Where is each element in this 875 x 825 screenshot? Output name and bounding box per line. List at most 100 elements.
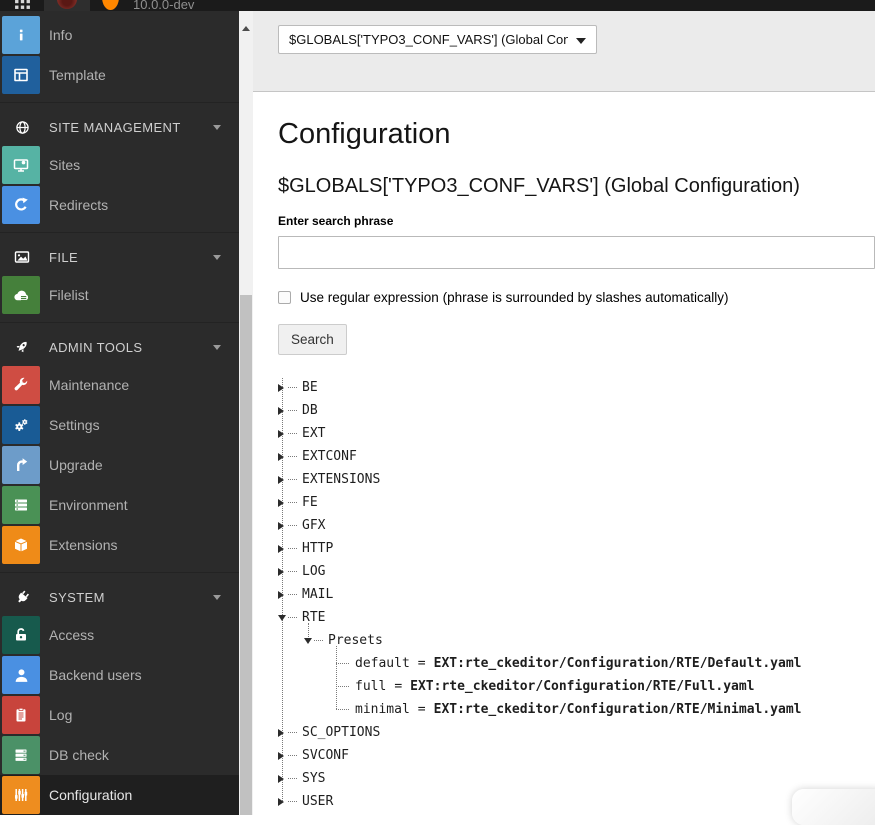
caret-collapsed-icon[interactable] (278, 430, 288, 438)
tree-node-label[interactable]: RTE (302, 610, 325, 625)
caret-collapsed-icon[interactable] (278, 798, 288, 806)
caret-collapsed-icon[interactable] (278, 568, 288, 576)
tree-leaf-minimal: minimal=EXT:rte_ckeditor/Configuration/R… (278, 698, 875, 721)
sidebar-section-site-management[interactable]: SITE MANAGEMENT (0, 109, 239, 145)
caret-collapsed-icon[interactable] (278, 476, 288, 484)
caret-expanded-icon[interactable] (304, 638, 314, 644)
equals-sign: = (418, 702, 426, 717)
tree-node-label[interactable]: GFX (302, 518, 325, 533)
caret-collapsed-icon[interactable] (278, 545, 288, 553)
topbar-active-module[interactable] (44, 0, 90, 11)
tree-node-label[interactable]: BE (302, 380, 318, 395)
caret-collapsed-icon[interactable] (278, 729, 288, 737)
tree-connector (336, 709, 349, 710)
caret-collapsed-icon[interactable] (278, 591, 288, 599)
caret-collapsed-icon[interactable] (278, 407, 288, 415)
sidebar-item-label: Backend users (49, 667, 142, 683)
sidebar-item-label: Configuration (49, 787, 132, 803)
tree-connector (288, 479, 297, 480)
sidebar-section-label: SITE MANAGEMENT (49, 120, 181, 135)
chevron-down-icon (213, 345, 221, 350)
scrollbar-thumb[interactable] (240, 295, 252, 815)
caret-collapsed-icon[interactable] (278, 384, 288, 392)
caret-expanded-icon[interactable] (278, 615, 288, 621)
configuration-selector-value: $GLOBALS['TYPO3_CONF_VARS'] (Global Conf… (289, 32, 568, 47)
modules-grid-icon[interactable] (14, 0, 31, 10)
search-input[interactable] (278, 236, 875, 269)
chevron-down-icon (576, 38, 586, 44)
tree-node-http: HTTP (278, 537, 875, 560)
tree-connector (288, 456, 297, 457)
sidebar-item-label: Info (49, 27, 72, 43)
regex-checkbox[interactable] (278, 291, 291, 304)
caret-collapsed-icon[interactable] (278, 752, 288, 760)
page-subtitle: $GLOBALS['TYPO3_CONF_VARS'] (Global Conf… (278, 175, 875, 198)
tree-node-label[interactable]: DB (302, 403, 318, 418)
server-icon (2, 486, 40, 524)
tree-node-label[interactable]: Presets (328, 633, 383, 648)
sidebar-item-label: Settings (49, 417, 100, 433)
sidebar-item-settings[interactable]: Settings (0, 405, 239, 445)
sidebar-item-filelist[interactable]: Filelist (0, 275, 239, 315)
tree-node-db: DB (278, 399, 875, 422)
info-icon (2, 16, 40, 54)
tree-node-label[interactable]: MAIL (302, 587, 333, 602)
sidebar-item-label: Sites (49, 157, 80, 173)
sidebar-item-sites[interactable]: Sites (0, 145, 239, 185)
tree-connector (288, 755, 297, 756)
sidebar-section-file[interactable]: FILE (0, 239, 239, 275)
typo3-logo-icon (57, 0, 77, 9)
sidebar-item-environment[interactable]: Environment (0, 485, 239, 525)
db-icon (2, 736, 40, 774)
tree-node-sc-options: SC_OPTIONS (278, 721, 875, 744)
sidebar-section-admin-tools[interactable]: ADMIN TOOLS (0, 329, 239, 365)
tree-node-label[interactable]: USER (302, 794, 333, 809)
tree-node-label[interactable]: HTTP (302, 541, 333, 556)
caret-collapsed-icon[interactable] (278, 499, 288, 507)
sidebar-item-configuration[interactable]: Configuration (0, 775, 239, 815)
sidebar-item-db-check[interactable]: DB check (0, 735, 239, 775)
sidebar-item-extensions[interactable]: Extensions (0, 525, 239, 565)
caret-collapsed-icon[interactable] (278, 775, 288, 783)
tree-node-label[interactable]: LOG (302, 564, 325, 579)
tree-node-label[interactable]: SYS (302, 771, 325, 786)
tree-node-extensions: EXTENSIONS (278, 468, 875, 491)
cube-icon (2, 526, 40, 564)
sidebar-item-label: Environment (49, 497, 128, 513)
sidebar-item-label: Redirects (49, 197, 108, 213)
scrollbar-up-button[interactable] (239, 21, 253, 35)
scrollbar[interactable] (239, 11, 253, 815)
tree-node-label[interactable]: EXTCONF (302, 449, 357, 464)
caret-collapsed-icon[interactable] (278, 522, 288, 530)
sidebar-section-system[interactable]: SYSTEM (0, 579, 239, 615)
tree-connector (288, 433, 297, 434)
tree-leaf-key: full (355, 679, 386, 694)
sidebar-item-backend-users[interactable]: Backend users (0, 655, 239, 695)
regex-option-row: Use regular expression (phrase is surrou… (278, 290, 875, 305)
sidebar-item-access[interactable]: Access (0, 615, 239, 655)
configuration-tree: BE DB EXT EXTCONF EXTENSIONS FE GFX HTTP… (278, 376, 875, 813)
configuration-selector[interactable]: $GLOBALS['TYPO3_CONF_VARS'] (Global Conf… (278, 25, 597, 54)
sidebar-item-upgrade[interactable]: Upgrade (0, 445, 239, 485)
tree-node-user: USER (278, 790, 875, 813)
sidebar-item-template[interactable]: Template (0, 55, 239, 95)
caret-collapsed-icon[interactable] (278, 453, 288, 461)
sidebar-item-info[interactable]: Info (0, 15, 239, 55)
content-area: $GLOBALS['TYPO3_CONF_VARS'] (Global Conf… (253, 11, 875, 815)
sidebar-item-redirects[interactable]: Redirects (0, 185, 239, 225)
tree-node-label[interactable]: EXTENSIONS (302, 472, 380, 487)
sidebar-section: SITE MANAGEMENT Sites Redirects (0, 102, 239, 225)
sidebar-item-maintenance[interactable]: Maintenance (0, 365, 239, 405)
tree-node-label[interactable]: EXT (302, 426, 325, 441)
tree-node-rte: RTE (278, 606, 875, 629)
sidebar-item-log[interactable]: Log (0, 695, 239, 735)
search-button[interactable]: Search (278, 324, 347, 355)
tree-leaf-value: EXT:rte_ckeditor/Configuration/RTE/Defau… (434, 656, 802, 671)
tree-connector (314, 640, 323, 641)
tree-node-label[interactable]: FE (302, 495, 318, 510)
tree-node-presets: Presets (278, 629, 875, 652)
tree-node-fe: FE (278, 491, 875, 514)
rocket-icon (13, 339, 31, 355)
tree-node-label[interactable]: SVCONF (302, 748, 349, 763)
tree-node-label[interactable]: SC_OPTIONS (302, 725, 380, 740)
